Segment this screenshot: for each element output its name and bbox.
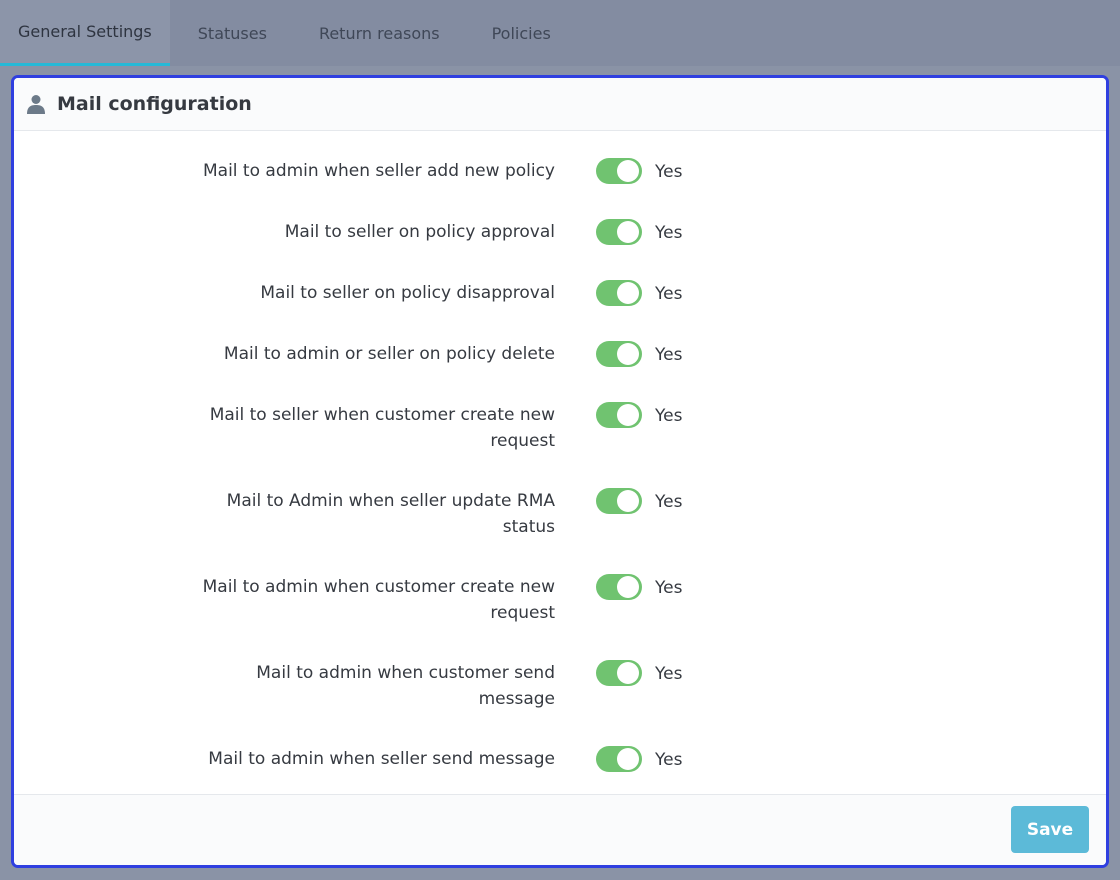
mail-configuration-panel: Mail configuration Mail to admin when se… [11, 75, 1109, 868]
setting-label: Mail to admin when seller send message [208, 749, 555, 769]
setting-label: Mail to admin when customer send message [256, 663, 555, 709]
tab-general-settings-label: General Settings [18, 22, 152, 41]
toggle-switch[interactable] [596, 746, 642, 772]
toggle-switch[interactable] [596, 158, 642, 184]
toggle-knob [617, 343, 639, 365]
toggle-switch[interactable] [596, 660, 642, 686]
toggle-knob [617, 748, 639, 770]
setting-label: Mail to Admin when seller update RMA sta… [226, 491, 555, 537]
settings-list: Mail to admin when seller add new policy… [14, 131, 1106, 797]
toggle-value: Yes [655, 578, 683, 598]
toggle-value: Yes [655, 162, 683, 182]
toggle-knob [617, 662, 639, 684]
toggle-switch[interactable] [596, 219, 642, 245]
tab-policies-label: Policies [491, 23, 551, 43]
toggle-switch[interactable] [596, 280, 642, 306]
toggle-switch[interactable] [596, 574, 642, 600]
tab-statuses[interactable]: Statuses [170, 0, 293, 66]
toggle-knob [617, 490, 639, 512]
panel-footer: Save [14, 794, 1106, 865]
save-button[interactable]: Save [1011, 806, 1089, 853]
setting-label: Mail to admin when customer create new r… [202, 577, 555, 623]
toggle-switch[interactable] [596, 341, 642, 367]
tab-bar: General Settings Statuses Return reasons… [0, 0, 1120, 66]
tab-statuses-label: Statuses [197, 23, 267, 43]
toggle-value: Yes [655, 406, 683, 426]
toggle-knob [617, 282, 639, 304]
setting-label: Mail to seller on policy disapproval [260, 283, 555, 303]
tab-return-reasons[interactable]: Return reasons [293, 0, 466, 66]
tab-general-settings[interactable]: General Settings [0, 0, 170, 66]
tab-return-reasons-label: Return reasons [318, 23, 440, 43]
tab-policies[interactable]: Policies [466, 0, 577, 66]
setting-label: Mail to seller on policy approval [284, 222, 555, 242]
setting-label: Mail to admin when seller add new policy [203, 161, 555, 181]
toggle-knob [617, 404, 639, 426]
setting-label: Mail to admin or seller on policy delete [223, 344, 555, 364]
toggle-knob [617, 576, 639, 598]
toggle-knob [617, 160, 639, 182]
toggle-value: Yes [655, 284, 683, 304]
setting-label: Mail to seller when customer create new … [209, 405, 555, 451]
toggle-value: Yes [655, 345, 683, 365]
user-icon [26, 94, 46, 114]
toggle-value: Yes [655, 750, 683, 770]
panel-header: Mail configuration [14, 78, 1106, 131]
toggle-switch[interactable] [596, 402, 642, 428]
toggle-value: Yes [655, 664, 683, 684]
toggle-value: Yes [655, 492, 683, 512]
toggle-switch[interactable] [596, 488, 642, 514]
toggle-value: Yes [655, 223, 683, 243]
toggle-knob [617, 221, 639, 243]
panel-title: Mail configuration [57, 93, 252, 115]
